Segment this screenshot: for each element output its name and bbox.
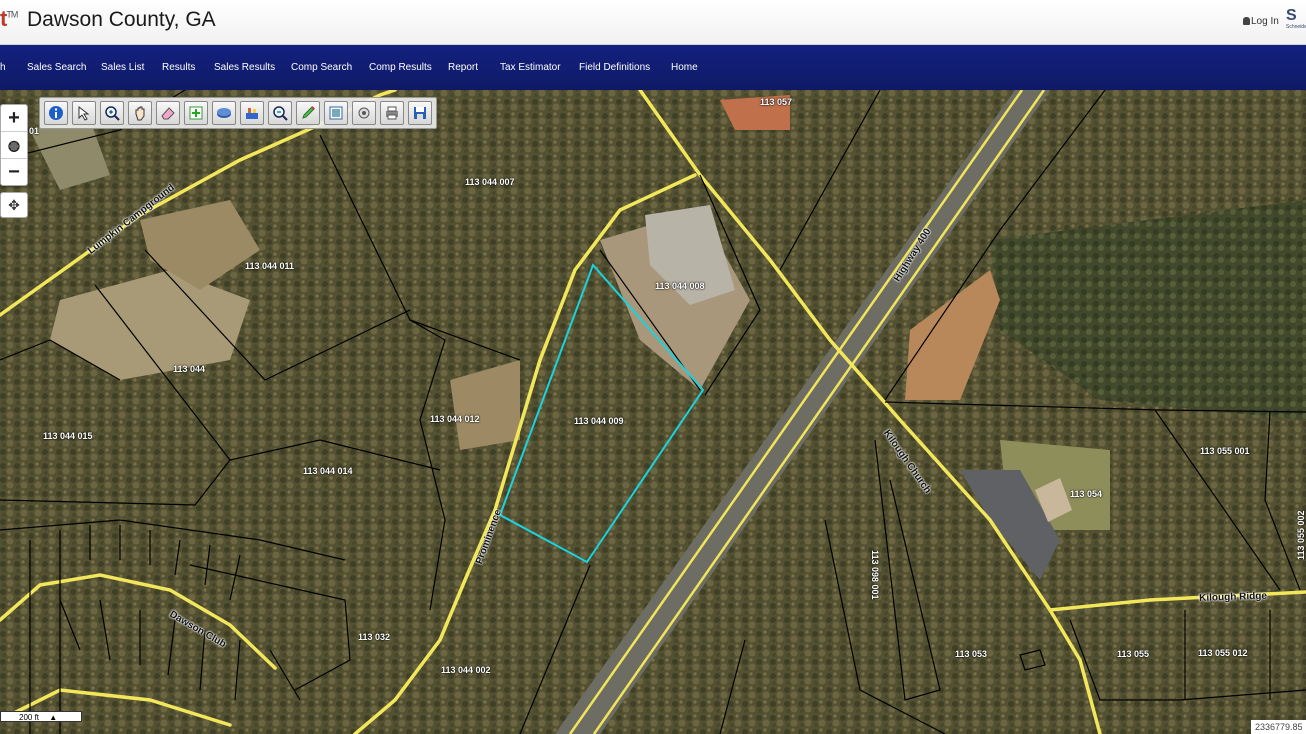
parcel-label: 113 044 007 [465, 177, 515, 187]
parcel-label: 113 044 008 [655, 281, 705, 291]
brand-logo: S Schneider [1286, 8, 1306, 30]
parcel-label: 113 057 [760, 97, 793, 107]
nav-sales-list[interactable]: Sales List [101, 62, 144, 73]
nav-search[interactable]: h [0, 62, 6, 73]
buffer-icon[interactable] [240, 101, 264, 125]
parcel-label: 113 032 [358, 632, 391, 642]
nav-home[interactable]: Home [671, 62, 698, 73]
parcel-label: 113 054 [1070, 489, 1103, 499]
parcel-label: 113 044 011 [245, 261, 295, 271]
parcel-label: 113 044 009 [574, 416, 624, 426]
zoom-in-button[interactable]: + [1, 105, 27, 132]
login-link[interactable]: Log In [1243, 16, 1279, 27]
add-icon[interactable] [184, 101, 208, 125]
print-icon[interactable] [324, 101, 348, 125]
measure-icon[interactable] [352, 101, 376, 125]
parcel-label: 113 044 014 [303, 466, 353, 476]
nav-results[interactable]: Results [162, 62, 195, 73]
parcel-label: 01 [29, 126, 40, 136]
coordinate-readout: 2336779.85 [1251, 720, 1306, 734]
pan-icon[interactable] [128, 101, 152, 125]
nav-comp-results[interactable]: Comp Results [369, 62, 432, 73]
parcel-label: 113 044 002 [441, 665, 491, 675]
user-icon [1243, 17, 1250, 25]
nav-comp-search[interactable]: Comp Search [291, 62, 352, 73]
parcel-label: 113 055 002 [1296, 510, 1306, 560]
nav-tax-estimator[interactable]: Tax Estimator [500, 62, 561, 73]
triangle-up-icon[interactable]: ▲ [49, 713, 57, 722]
main-nav: h Sales Search Sales List Results Sales … [0, 45, 1306, 90]
nav-report[interactable]: Report [448, 62, 478, 73]
county-title: Dawson County, GA [27, 8, 216, 31]
zoom-out-box-icon[interactable] [268, 101, 292, 125]
parcel-label: 113 055 012 [1198, 648, 1248, 658]
print-preview-icon[interactable] [380, 101, 404, 125]
parcel-label: 113 055 001 [1200, 446, 1250, 456]
parcel-label: 113 044 012 [430, 414, 480, 424]
scale-bar: 200 ft ▲ [0, 711, 82, 722]
layers-icon[interactable] [212, 101, 236, 125]
eraser-icon[interactable] [156, 101, 180, 125]
logo: tTM [0, 6, 18, 31]
zoom-control: + ◍ − [0, 104, 28, 186]
identify-icon[interactable] [44, 101, 68, 125]
nav-sales-search[interactable]: Sales Search [27, 62, 86, 73]
app-header: tTM Dawson County, GA Log In S Schneider [0, 0, 1306, 45]
parcel-label: 113 044 [173, 364, 206, 374]
globe-icon[interactable]: ◍ [1, 132, 27, 159]
zoom-out-button[interactable]: − [1, 159, 27, 185]
parcel-label: 113 055 [1117, 649, 1150, 659]
map-toolbar [39, 97, 437, 129]
nav-field-definitions[interactable]: Field Definitions [579, 62, 650, 73]
select-icon[interactable] [72, 101, 96, 125]
pan-button[interactable]: ✥ [0, 192, 28, 218]
pencil-icon[interactable] [296, 101, 320, 125]
zoom-in-box-icon[interactable] [100, 101, 124, 125]
parcel-label: 113 053 [955, 649, 988, 659]
road-label: Kilough Ridge [1199, 590, 1268, 604]
parcel-label: 113 044 015 [43, 431, 93, 441]
nav-sales-results[interactable]: Sales Results [214, 62, 275, 73]
parcel-label: 113 098 001 [870, 550, 880, 600]
scale-label: 200 ft [19, 713, 40, 722]
map-canvas[interactable]: 113 057 113 044 007 113 044 011 113 044 … [0, 90, 1306, 734]
aerial-map [0, 90, 1306, 734]
save-icon[interactable] [408, 101, 432, 125]
